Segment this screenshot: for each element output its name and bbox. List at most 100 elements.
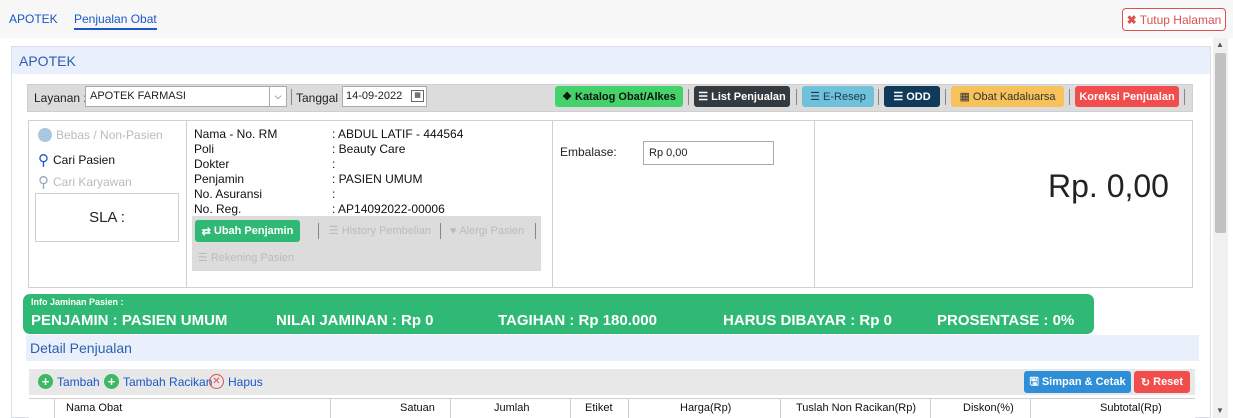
info-value-nama: : ABDUL LATIF - 444564	[332, 127, 464, 141]
info-label-dokter: Dokter	[194, 157, 230, 171]
scroll-down-icon[interactable]: ▼	[1216, 406, 1224, 415]
detail-penjualan-title: Detail Penjualan	[26, 335, 1199, 361]
col-etiket: Etiket	[585, 402, 613, 414]
exchange-icon: ⇄	[201, 225, 211, 238]
refresh-icon: ↻	[1140, 376, 1151, 389]
embalase-input[interactable]: Rp 0,00	[643, 141, 774, 165]
total-amount: Rp. 0,00	[1048, 168, 1169, 204]
simpan-cetak-button[interactable]: 🖫 Simpan & Cetak	[1024, 371, 1131, 393]
list-icon: ☰	[810, 91, 821, 103]
vertical-scrollbar[interactable]: ▲ ▼	[1213, 38, 1228, 418]
list-label: List Penjualan	[711, 90, 786, 103]
hapus-button[interactable]: ✕ Hapus	[209, 374, 263, 389]
close-icon: ✖	[1126, 12, 1137, 27]
katalog-button[interactable]: ❖ Katalog Obat/Alkes	[555, 86, 683, 107]
koreksi-penjualan-button[interactable]: Koreksi Penjualan	[1075, 86, 1179, 107]
info-value-asuransi: :	[332, 187, 336, 201]
divider	[535, 223, 536, 239]
tambah-racikan-label: Tambah Racikan	[123, 374, 213, 389]
jaminan-harus-dibayar: HARUS DIBAYAR : Rp 0	[723, 312, 892, 329]
cari-karyawan-option[interactable]: ⚲ Cari Karyawan	[38, 173, 132, 191]
list-icon: ☰	[328, 225, 339, 237]
col-divider	[54, 398, 55, 418]
bebas-non-pasien-option[interactable]: Bebas / Non-Pasien	[38, 128, 163, 142]
tambah-button[interactable]: + Tambah	[38, 374, 100, 389]
tanggal-value: 14-09-2022	[346, 90, 403, 102]
tab-penjualan-obat[interactable]: Penjualan Obat	[74, 12, 157, 30]
kadaluarsa-label: Obat Kadaluarsa	[972, 90, 1056, 103]
rekening-pasien-button[interactable]: ☰ Rekening Pasien	[196, 247, 296, 268]
jaminan-nilai: NILAI JAMINAN : Rp 0	[276, 312, 434, 329]
plus-circle-icon: +	[38, 374, 53, 389]
col-diskon: Diskon(%)	[963, 402, 1014, 414]
ubah-penjamin-button[interactable]: ⇄ Ubah Penjamin	[195, 220, 300, 242]
layanan-value: APOTEK FARMASI	[90, 90, 186, 102]
sla-box: SLA :	[35, 193, 179, 242]
save-icon: 🖫	[1029, 375, 1039, 388]
simpan-label: Simpan & Cetak	[1041, 376, 1126, 388]
tanggal-label: Tanggal :	[296, 91, 345, 105]
divider	[1069, 89, 1070, 105]
col-divider	[330, 398, 331, 418]
remove-circle-icon: ✕	[209, 374, 224, 389]
list-penjualan-button[interactable]: ☰ List Penjualan	[694, 86, 790, 107]
col-divider	[1030, 398, 1031, 418]
rekening-label: Rekening Pasien	[210, 251, 295, 264]
info-value-dokter: :	[332, 157, 336, 171]
layanan-label: Layanan :	[34, 91, 87, 105]
col-tuslah: Tuslah Non Racikan(Rp)	[796, 402, 917, 414]
hapus-label: Hapus	[228, 374, 263, 389]
divider	[440, 223, 441, 239]
tanggal-input[interactable]: 14-09-2022 ▦	[342, 86, 427, 107]
tambah-racikan-button[interactable]: + Tambah Racikan	[104, 374, 212, 389]
info-value-poli: : Beauty Care	[332, 142, 406, 156]
obat-kadaluarsa-button[interactable]: ▦ Obat Kadaluarsa	[951, 86, 1064, 107]
odd-button[interactable]: ☰ ODD	[884, 86, 940, 107]
dropbox-icon: ❖	[562, 91, 572, 103]
col-satuan: Satuan	[400, 402, 435, 414]
layanan-select[interactable]: APOTEK FARMASI ⌵	[85, 86, 287, 107]
col-divider	[570, 398, 571, 418]
col-nama-obat: Nama Obat	[66, 402, 123, 414]
calendar-icon: ▦	[959, 91, 970, 103]
jaminan-penjamin: PENJAMIN : PASIEN UMUM	[31, 312, 228, 329]
eresep-label: E-Resep	[823, 90, 866, 103]
jaminan-prosentase: PROSENTASE : 0%	[937, 312, 1075, 329]
list-icon: ☰	[893, 91, 904, 103]
info-label-penjamin: Penjamin	[194, 172, 245, 186]
col-divider	[930, 398, 931, 418]
divider	[318, 223, 319, 239]
info-value-noreg: : AP14092022-00006	[332, 202, 445, 216]
koreksi-label: Koreksi Penjualan	[1079, 90, 1175, 103]
close-page-label: Tutup Halaman	[1139, 12, 1222, 27]
reset-button[interactable]: ↻ Reset	[1134, 371, 1190, 393]
col-divider	[450, 398, 451, 418]
col-subtotal: Subtotal(Rp)	[1100, 402, 1162, 414]
katalog-label: Katalog Obat/Alkes	[575, 90, 676, 103]
odd-label: ODD	[906, 90, 931, 103]
cari-pasien-option[interactable]: ⚲ Cari Pasien	[38, 151, 115, 169]
scrollbar-thumb[interactable]	[1215, 53, 1226, 233]
col-divider	[628, 398, 629, 418]
bebas-label: Bebas / Non-Pasien	[56, 128, 163, 142]
tambah-label: Tambah	[57, 374, 100, 389]
divider	[945, 89, 946, 105]
sla-label: SLA :	[89, 209, 125, 226]
alergi-pasien-button[interactable]: ♥ Alergi Pasien	[444, 220, 530, 241]
eresep-button[interactable]: ☰ E-Resep	[802, 86, 874, 107]
cari-pasien-label: Cari Pasien	[53, 153, 116, 167]
close-page-button[interactable]: ✖ Tutup Halaman	[1122, 8, 1226, 31]
jaminan-tagihan: TAGIHAN : Rp 180.000	[498, 312, 657, 329]
embalase-label: Embalase:	[560, 145, 617, 159]
user-group-icon	[38, 128, 52, 142]
search-icon: ⚲	[38, 174, 49, 191]
history-label: History Pembelian	[341, 224, 432, 237]
history-pembelian-button[interactable]: ☰ History Pembelian	[324, 220, 436, 241]
info-value-penjamin: : PASIEN UMUM	[332, 172, 423, 186]
chevron-down-icon[interactable]: ⌵	[269, 87, 286, 106]
tab-apotek[interactable]: APOTEK	[9, 12, 58, 26]
calendar-icon[interactable]: ▦	[411, 90, 424, 102]
divider	[291, 89, 292, 105]
scroll-up-icon[interactable]: ▲	[1216, 40, 1224, 49]
alergi-label: Alergi Pasien	[459, 224, 525, 237]
